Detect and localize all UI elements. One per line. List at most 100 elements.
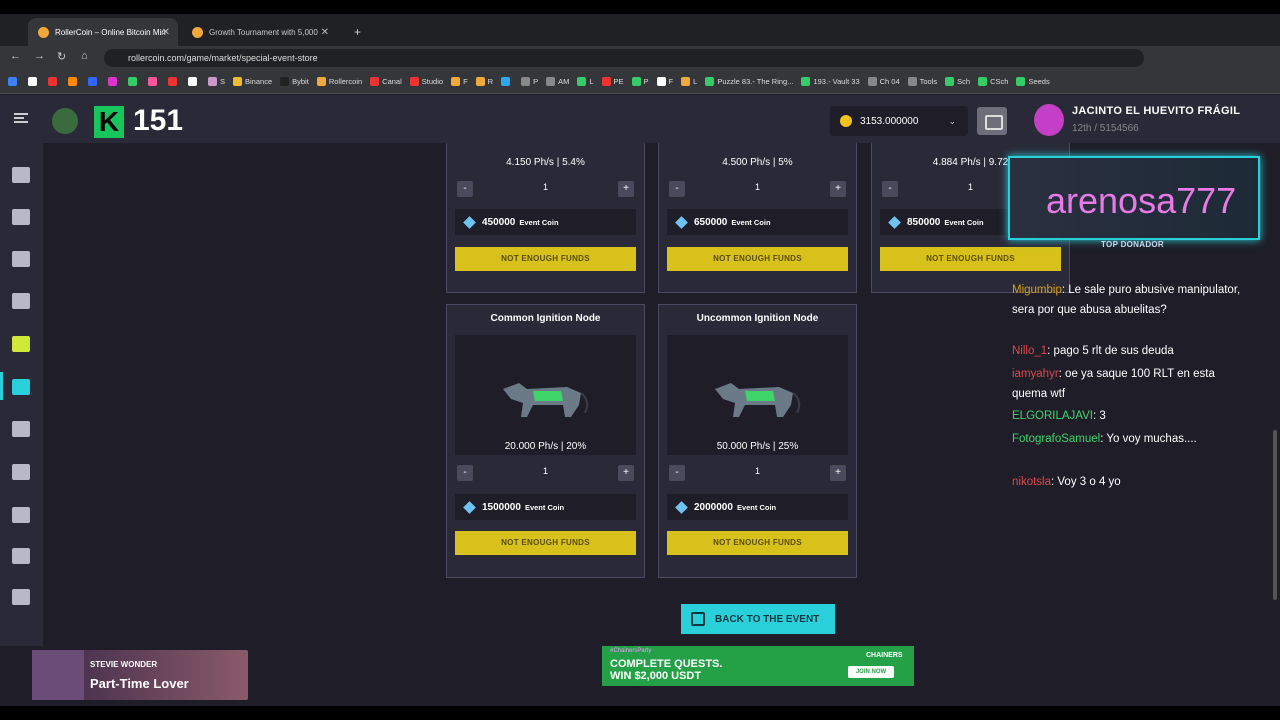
miners-icon[interactable] bbox=[12, 251, 30, 267]
scrollbar[interactable] bbox=[1273, 430, 1277, 600]
bookmark[interactable]: R bbox=[475, 77, 493, 86]
app-header bbox=[0, 95, 1280, 143]
bookmark[interactable]: L bbox=[577, 77, 594, 86]
not-enough-funds-button[interactable]: NOT ENOUGH FUNDS bbox=[667, 247, 848, 271]
forward-arrow-icon[interactable]: → bbox=[34, 50, 45, 62]
bookmark[interactable]: Studio bbox=[409, 77, 443, 86]
bookmark[interactable]: Sch bbox=[945, 77, 970, 86]
miner-card: 4.150 Ph/s | 5.4% - 1 + 450000 Event Coin… bbox=[446, 143, 645, 293]
miner-power: 4.500 Ph/s | 5% bbox=[722, 157, 793, 168]
bookmark[interactable]: S bbox=[208, 77, 225, 86]
bookmark[interactable] bbox=[48, 77, 60, 86]
bookmark[interactable]: F bbox=[451, 77, 468, 86]
diamond-icon bbox=[675, 500, 688, 514]
bookmark[interactable]: Bybit bbox=[280, 77, 309, 86]
bookmark[interactable]: P bbox=[631, 77, 649, 86]
quantity-stepper: - 1 + bbox=[667, 463, 848, 483]
bookmark[interactable] bbox=[28, 77, 40, 86]
bookmark[interactable] bbox=[188, 77, 200, 86]
bookmark[interactable]: Puzzle 83.- The Ring... bbox=[705, 77, 793, 86]
tab-growth-tournament[interactable]: Growth Tournament with 5,000 ✕ bbox=[182, 18, 337, 46]
chat-message: FotografoSamuel: Yo voy muchas.... bbox=[1012, 433, 1197, 445]
username: JACINTO EL HUEVITO FRÁGIL bbox=[1072, 105, 1241, 117]
bookmark[interactable]: CSch bbox=[978, 77, 1008, 86]
chat-message: Nillo_1: pago 5 rlt de sus deuda bbox=[1012, 345, 1174, 357]
viewer-count: 151 bbox=[133, 104, 184, 137]
miner-title: Common Ignition Node bbox=[490, 313, 601, 324]
bookmark[interactable]: Ch 04 bbox=[867, 77, 900, 86]
bookmark[interactable]: Rollercoin bbox=[316, 77, 362, 86]
bookmark[interactable]: Canal bbox=[370, 77, 402, 86]
tasks-icon[interactable] bbox=[12, 336, 30, 352]
quantity-stepper: - 1 + bbox=[455, 179, 636, 199]
trophy-icon[interactable] bbox=[12, 507, 30, 523]
home-icon[interactable]: ⌂ bbox=[81, 50, 88, 62]
not-enough-funds-button[interactable]: NOT ENOUGH FUNDS bbox=[455, 247, 636, 271]
quantity-value[interactable]: 1 bbox=[667, 182, 848, 192]
bookmark[interactable] bbox=[8, 77, 20, 86]
reload-icon[interactable]: ↻ bbox=[57, 50, 66, 63]
bookmark[interactable]: Seeds bbox=[1016, 77, 1050, 86]
back-arrow-icon[interactable]: ← bbox=[10, 50, 21, 62]
bookmark[interactable]: PE bbox=[601, 77, 624, 86]
window-top-bar bbox=[0, 0, 1280, 14]
price-tag: 1500000 Event Coin bbox=[455, 494, 636, 520]
price-tag: 650000 Event Coin bbox=[667, 209, 848, 235]
bookmark[interactable]: AM bbox=[546, 77, 569, 86]
cart-icon[interactable] bbox=[12, 379, 30, 395]
wallet-button[interactable] bbox=[977, 107, 1007, 135]
checkbox-icon bbox=[691, 612, 705, 626]
bookmark[interactable]: L bbox=[681, 77, 697, 86]
storage-icon[interactable] bbox=[12, 421, 30, 437]
bookmark[interactable]: Tools bbox=[907, 77, 937, 86]
menu-icon[interactable] bbox=[14, 113, 28, 123]
ad-join-button[interactable]: JOIN NOW bbox=[848, 666, 894, 678]
bookmark[interactable]: F bbox=[656, 77, 673, 86]
bookmark[interactable] bbox=[501, 77, 513, 86]
increase-button[interactable]: + bbox=[830, 465, 846, 481]
back-to-event-button[interactable]: BACK TO THE EVENT bbox=[681, 604, 835, 634]
bookmark[interactable] bbox=[148, 77, 160, 86]
bookmark[interactable]: Binance bbox=[233, 77, 272, 86]
bookmark[interactable] bbox=[108, 77, 120, 86]
close-tab-icon[interactable]: ✕ bbox=[162, 27, 170, 38]
increase-button[interactable]: + bbox=[618, 181, 634, 197]
gamepad-icon[interactable] bbox=[12, 209, 30, 225]
bank-icon[interactable] bbox=[12, 464, 30, 480]
news-icon[interactable] bbox=[12, 589, 30, 605]
chat-message: ELGORILAJAVI: 3 bbox=[1012, 410, 1106, 422]
leaderboard-icon[interactable] bbox=[12, 548, 30, 564]
miner-image bbox=[667, 335, 848, 455]
not-enough-funds-button[interactable]: NOT ENOUGH FUNDS bbox=[455, 531, 636, 555]
bookmark[interactable] bbox=[168, 77, 180, 86]
quantity-value[interactable]: 1 bbox=[667, 466, 848, 476]
ad-banner[interactable]: #ChainersParty COMPLETE QUESTS. WIN $2,00… bbox=[602, 646, 914, 686]
calendar-icon[interactable] bbox=[12, 293, 30, 309]
ignition-node-robot-icon bbox=[503, 383, 589, 417]
increase-button[interactable]: + bbox=[830, 181, 846, 197]
increase-button[interactable]: + bbox=[618, 465, 634, 481]
bookmark[interactable] bbox=[68, 77, 80, 86]
quantity-value[interactable]: 1 bbox=[455, 466, 636, 476]
not-enough-funds-button[interactable]: NOT ENOUGH FUNDS bbox=[880, 247, 1061, 271]
chat-message: Migumbip: Le sale puro abusive manipulat… bbox=[1012, 284, 1241, 316]
home-icon[interactable] bbox=[12, 167, 30, 183]
back-to-event-label: BACK TO THE EVENT bbox=[715, 613, 820, 625]
bookmark[interactable]: 193.- Vault 33 bbox=[801, 77, 860, 86]
tab-rollercoin[interactable]: RollerCoin – Online Bitcoin Min ✕ bbox=[28, 18, 178, 46]
close-tab-icon[interactable]: ✕ bbox=[321, 27, 329, 38]
rollercoin-logo[interactable] bbox=[52, 108, 78, 134]
bookmark[interactable] bbox=[128, 77, 140, 86]
balance-selector[interactable]: 3153.000000 ⌄ bbox=[830, 106, 968, 136]
coin-icon bbox=[840, 115, 852, 127]
balance-value: 3153.000000 bbox=[860, 115, 919, 127]
not-enough-funds-button[interactable]: NOT ENOUGH FUNDS bbox=[667, 531, 848, 555]
quantity-value[interactable]: 1 bbox=[455, 182, 636, 192]
bookmark[interactable]: P bbox=[521, 77, 538, 86]
new-tab-button[interactable]: + bbox=[344, 18, 361, 46]
url-input[interactable]: rollercoin.com/game/market/special-event… bbox=[104, 49, 1144, 67]
tab-title: RollerCoin – Online Bitcoin Min bbox=[55, 27, 166, 37]
avatar[interactable] bbox=[1034, 104, 1064, 136]
bookmark[interactable] bbox=[88, 77, 100, 86]
sidebar bbox=[0, 143, 43, 646]
